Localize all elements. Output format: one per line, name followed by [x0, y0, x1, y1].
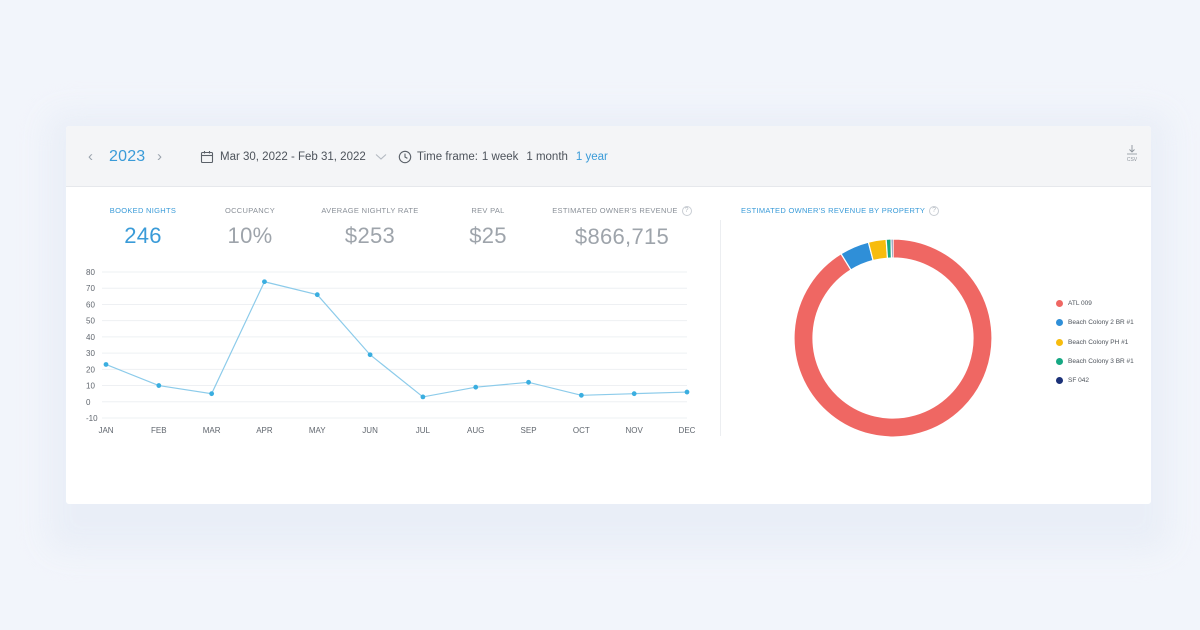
legend-swatch [1056, 319, 1063, 327]
csv-download-button[interactable]: CSV [1121, 142, 1143, 166]
x-tick-label: AUG [467, 426, 484, 435]
section-divider [720, 220, 721, 436]
x-tick-label: JAN [98, 426, 113, 435]
help-icon[interactable]: ? [681, 206, 692, 217]
x-tick-label: APR [256, 426, 273, 435]
data-point[interactable] [103, 362, 109, 367]
data-point[interactable] [473, 384, 479, 390]
data-point[interactable] [578, 392, 584, 398]
download-icon: CSV [1127, 145, 1138, 163]
metric-average-nightly-rate: AVERAGE NIGHTLY RATE $253 [310, 206, 430, 249]
legend-swatch [1056, 300, 1063, 308]
legend-label: SF 042 [1068, 377, 1089, 385]
legend-label: ATL 009 [1068, 300, 1092, 308]
metric-label: ESTIMATED OWNER'S REVENUE? [542, 206, 702, 217]
y-tick-label: 20 [86, 365, 95, 374]
y-tick-label: 60 [86, 300, 95, 309]
data-point[interactable] [420, 394, 426, 400]
calendar-icon [200, 150, 214, 163]
x-tick-label: SEP [521, 426, 537, 435]
x-tick-label: OCT [573, 426, 590, 435]
toolbar: ‹ 2023 › Mar 30, 2022 - Feb 31, 2022 Tim… [66, 126, 1151, 187]
year-selector[interactable]: 2023 [109, 126, 145, 187]
data-point[interactable] [684, 389, 690, 395]
legend-swatch [1056, 358, 1063, 366]
y-tick-label: 80 [86, 268, 95, 277]
donut-legend: ATL 009 Beach Colony 2 BR #1 Beach Colony … [1056, 294, 1134, 390]
y-tick-label: 50 [86, 317, 95, 326]
x-tick-label: DEC [679, 426, 696, 435]
donut-chart-title: ESTIMATED OWNER'S REVENUE BY PROPERTY? [741, 206, 940, 217]
metric-rev-pal: REV PAL $25 [438, 206, 538, 249]
x-tick-label: FEB [151, 426, 167, 435]
metric-estimated-owners-revenue: ESTIMATED OWNER'S REVENUE? $866,715 [542, 206, 702, 250]
legend-item[interactable]: Beach Colony 3 BR #1 [1056, 352, 1134, 371]
x-tick-label: MAY [309, 426, 326, 435]
y-tick-label: -10 [86, 414, 98, 423]
chevron-down-icon [375, 153, 387, 160]
date-range-text: Mar 30, 2022 - Feb 31, 2022 [220, 150, 366, 163]
x-tick-label: JUL [416, 426, 431, 435]
metric-value: $25 [469, 223, 507, 248]
time-frame-year[interactable]: 1 year [576, 151, 608, 163]
x-tick-label: NOV [626, 426, 644, 435]
legend-swatch [1056, 377, 1063, 385]
y-tick-label: 70 [86, 284, 95, 293]
data-point[interactable] [314, 292, 320, 298]
metric-label: BOOKED NIGHTS [109, 206, 177, 215]
donut-slice[interactable] [793, 238, 993, 438]
metric-label: REV PAL [471, 206, 505, 215]
legend-item[interactable]: SF 042 [1056, 371, 1134, 390]
metric-value: 10% [227, 223, 273, 248]
time-frame-month[interactable]: 1 month [526, 151, 568, 163]
dashboard-card: ‹ 2023 › Mar 30, 2022 - Feb 31, 2022 Tim… [66, 126, 1151, 504]
data-point[interactable] [262, 279, 267, 285]
metric-occupancy: OCCUPANCY 10% [200, 206, 300, 249]
metric-booked-nights: BOOKED NIGHTS 246 [93, 206, 193, 249]
data-point[interactable] [209, 391, 215, 397]
year-label: 2023 [109, 147, 146, 165]
legend-item[interactable]: Beach Colony 2 BR #1 [1056, 313, 1134, 332]
data-point[interactable] [526, 379, 531, 385]
series-line [105, 281, 688, 398]
y-tick-label: 10 [86, 382, 95, 391]
legend-label: Beach Colony PH #1 [1068, 338, 1129, 346]
y-tick-label: 30 [86, 349, 95, 358]
donut-slice[interactable] [890, 238, 894, 259]
clock-icon [398, 150, 412, 163]
x-tick-label: MAR [203, 426, 221, 435]
legend-swatch [1056, 338, 1063, 346]
metric-label: AVERAGE NIGHTLY RATE [321, 206, 419, 215]
metric-value: $866,715 [574, 224, 670, 250]
time-frame-group: Time frame: 1 week 1 month 1 year [398, 126, 608, 187]
legend-label: Beach Colony 2 BR #1 [1068, 319, 1134, 327]
y-tick-label: 0 [86, 398, 91, 407]
line-chart: 80 70 60 50 40 30 20 10 0 -10 JAN FEB MAR APR MAY JUN J… [86, 268, 696, 435]
time-frame-week[interactable]: 1 week [482, 151, 518, 163]
help-icon[interactable]: ? [929, 206, 940, 217]
data-point[interactable] [156, 383, 162, 388]
metric-value: 246 [124, 223, 162, 248]
data-point[interactable] [631, 391, 637, 397]
prev-year-button[interactable]: ‹ [88, 126, 93, 187]
legend-label: Beach Colony 3 BR #1 [1068, 358, 1134, 366]
time-frame-label: Time frame: [417, 150, 478, 163]
donut-title-text: ESTIMATED OWNER'S REVENUE BY PROPERTY [741, 206, 926, 215]
x-tick-label: JUN [362, 426, 378, 435]
date-range-picker[interactable]: Mar 30, 2022 - Feb 31, 2022 [200, 126, 387, 187]
legend-item[interactable]: Beach Colony PH #1 [1056, 333, 1134, 352]
chevron-right-icon: › [157, 148, 162, 165]
data-point[interactable] [367, 352, 373, 358]
donut-chart [793, 238, 993, 438]
next-year-button[interactable]: › [157, 126, 162, 187]
metric-value: $253 [344, 223, 396, 248]
y-tick-label: 40 [86, 333, 95, 342]
csv-label: CSV [1127, 157, 1138, 163]
metric-label: OCCUPANCY [224, 206, 276, 215]
chevron-left-icon: ‹ [88, 148, 93, 165]
legend-item[interactable]: ATL 009 [1056, 294, 1134, 313]
metric-label-text: ESTIMATED OWNER'S REVENUE [552, 206, 678, 215]
